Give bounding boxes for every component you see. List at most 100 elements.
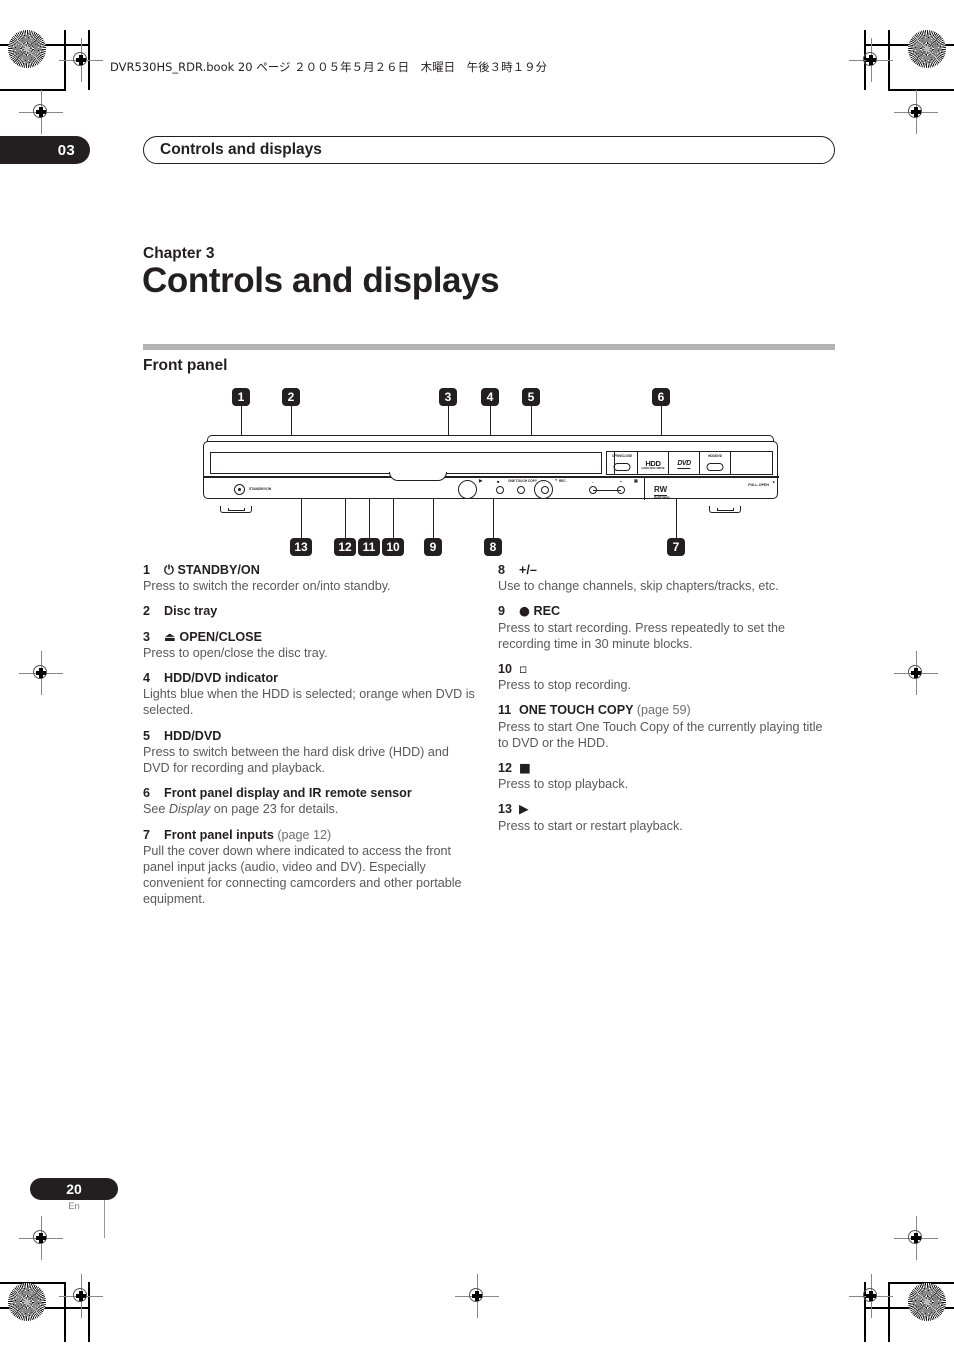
legend-number: 12 [498,761,513,776]
page-language-code: En [68,1201,80,1212]
legend-heading: 10 ▫ [498,661,833,677]
legend-label: +/– [519,563,537,577]
legend-heading: 7 Front panel inputs (page 12) [143,827,478,843]
running-head-text: Controls and displays [160,141,322,158]
pull-open-label: PULL-OPEN [748,483,769,487]
pull-open-arrow-icon: ▸ [772,479,775,484]
play-icon: ▶ [479,478,483,483]
legend-number: 8 [498,563,506,577]
registration-mark [19,90,63,134]
legend-heading: 2 Disc tray [143,603,478,619]
legend-body-post: on page 23 for details. [210,802,339,817]
crop-mark-line [64,1282,66,1342]
legend-item: 10 ▫ Press to stop recording. [498,661,833,693]
channel-minus-label: – [592,480,594,484]
stop-square-icon: ■ [497,479,500,484]
section-heading: Front panel [143,357,228,374]
callout-4: 4 [481,388,499,406]
page-title: Controls and displays [142,261,500,300]
chapter-number-tab: 03 [0,136,90,164]
play-button[interactable] [458,480,477,499]
rosette-mark [908,30,946,68]
front-panel-display [614,451,773,475]
legend-body: Press to start recording. Press repeated… [498,620,785,651]
running-head: Controls and displays [143,136,835,164]
legend-heading: 1 ⏻ STANDBY/ON [143,562,478,578]
legend-body: Pull the cover down where indicated to a… [143,843,462,907]
registration-mark [59,38,103,82]
unit-foot-right [709,506,741,513]
channel-plus-minus-control[interactable] [589,486,625,495]
callout-11: 11 [358,538,380,556]
legend-label: OPEN/CLOSE [179,629,262,644]
legend-item: 4 HDD/DVD indicator Lights blue when the … [143,670,478,719]
legend-heading: 3 ⏏ OPEN/CLOSE [143,629,478,645]
callout-2: 2 [282,388,300,406]
ir-sensor-icon: ▦ [634,478,638,483]
callout-13: 13 [290,538,312,556]
one-touch-copy-label: ONE TOUCH COPY [508,479,537,483]
rec-label: REC [559,479,566,483]
legend-column-right: 8 +/– Use to change channels, skip chapte… [498,562,833,843]
legend-body: Press to switch the recorder on/into sta… [143,579,391,594]
legend-number: 7 [143,827,151,842]
registration-mark [19,651,63,695]
channel-plus-label: + [620,480,622,484]
legend-body: Press to stop playback. [498,777,629,792]
stop-playback-icon: ■ [519,760,531,776]
legend-label: HDD/DVD indicator [164,671,279,686]
power-icon: ⏻ [164,562,174,577]
registration-mark [849,1274,893,1318]
stop-playback-button[interactable] [496,486,504,494]
legend-number: 5 [143,728,151,743]
recorder-illustration: OPEN/CLOSE HDD HARD DISC DRIVE DVD HDD/D… [203,435,779,513]
legend-item: 9 ● REC Press to start recording. Press r… [498,603,833,652]
page-number-badge: 20 [30,1178,118,1200]
disc-tray [210,452,602,474]
legend-item: 3 ⏏ OPEN/CLOSE Press to open/close the di… [143,629,478,661]
legend-item: 7 Front panel inputs (page 12) Pull the c… [143,827,478,908]
legend-page-ref: (page 59) [636,703,691,718]
file-slug: DVR530HS_RDR.book 20 ページ ２００５年５月２６日 木曜日 … [110,60,548,74]
legend-number: 1 [143,563,151,577]
stop-recording-icon: ▫ [519,661,528,677]
legend-number: 9 [498,604,506,619]
rw-logo-sub: ReWritable [654,495,670,499]
callout-6: 6 [652,388,670,406]
registration-mark [849,38,893,82]
legend-body: See Display on page 23 for details. [143,801,478,817]
legend-item: 6 Front panel display and IR remote senso… [143,785,478,817]
legend-body: Press to start or restart playback. [498,818,683,833]
legend-heading: 4 HDD/DVD indicator [143,670,478,686]
rec-button[interactable] [534,480,553,499]
legend-number: 3 [143,629,151,644]
legend-item: 1 ⏻ STANDBY/ON Press to switch the record… [143,562,478,594]
crop-mark-line [888,89,954,91]
legend-body: Use to change channels, skip chapters/tr… [498,579,779,594]
callout-5: 5 [522,388,540,406]
legend-body: Press to open/close the disc tray. [143,645,328,660]
crop-mark-line [888,1282,890,1342]
one-touch-copy-button[interactable] [517,486,525,494]
legend-heading: 9 ● REC [498,603,833,619]
legend-number: 10 [498,662,513,677]
legend-item: 12 ■ Press to stop playback. [498,760,833,792]
callout-9: 9 [424,538,442,556]
unit-foot-left [220,506,252,513]
registration-mark [455,1274,499,1318]
play-icon: ▶ [519,801,529,817]
legend-label: Front panel inputs [164,827,274,842]
front-input-cover-divider [644,477,646,500]
legend-item: 13 ▶ Press to start or restart playback. [498,801,833,833]
callout-8: 8 [484,538,502,556]
legend-label: STANDBY/ON [177,563,260,577]
front-panel-figure: 1 2 3 4 5 6 13 12 11 10 9 8 7 OPEN/CLOSE [143,388,835,556]
crop-mark-line [0,89,66,91]
legend-page-ref: (page 12) [277,827,332,842]
legend-column-left: 1 ⏻ STANDBY/ON Press to switch the record… [143,562,478,917]
standby-on-button[interactable] [234,484,245,495]
record-dot-icon: ● [519,603,530,619]
callout-12: 12 [334,538,356,556]
legend-label: REC [533,604,561,619]
legend-label: ONE TOUCH COPY [519,703,634,718]
